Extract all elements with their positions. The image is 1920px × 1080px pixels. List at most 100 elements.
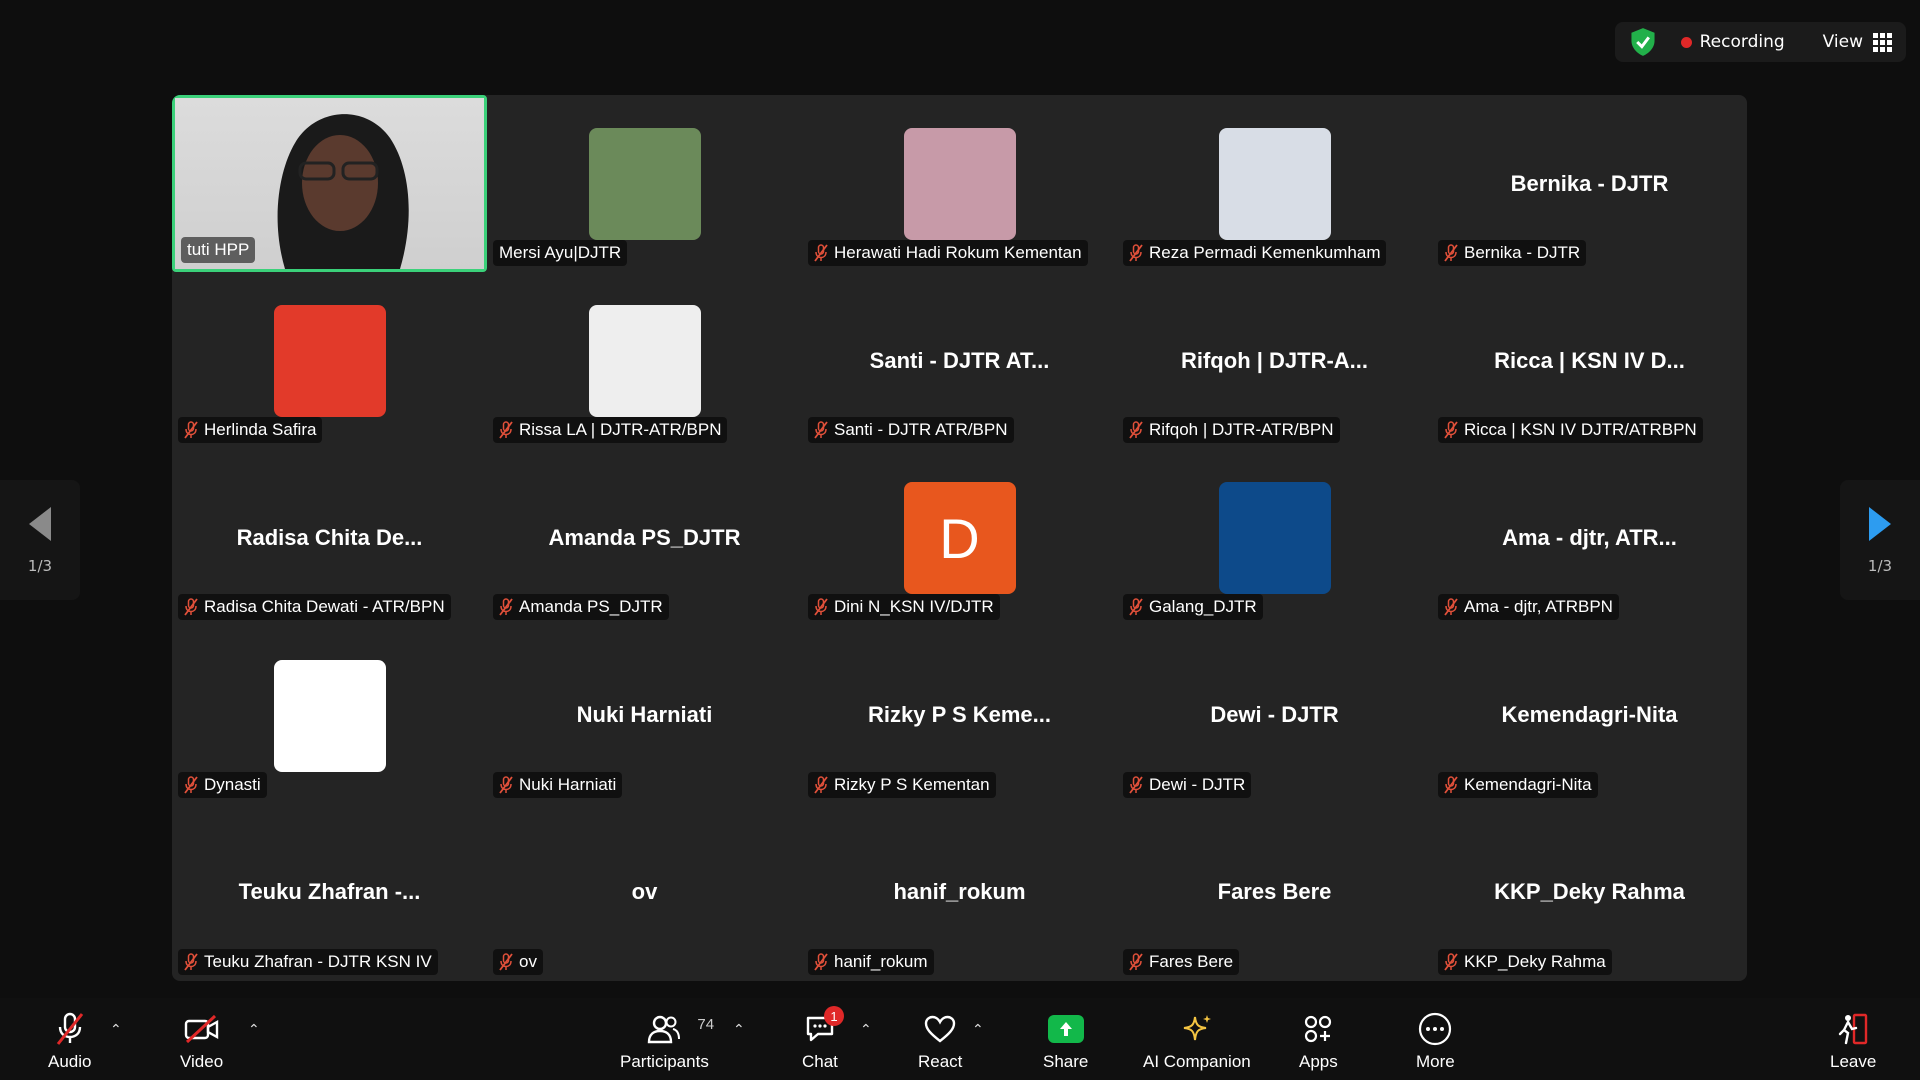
chat-options-chevron-icon[interactable]: ⌃: [860, 1022, 872, 1038]
participant-tile[interactable]: Reza Permadi Kemenkumham: [1117, 95, 1432, 272]
participant-tile[interactable]: Rifqoh | DJTR-A... Rifqoh | DJTR-ATR/BPN: [1117, 272, 1432, 449]
participant-tile[interactable]: Santi - DJTR AT... Santi - DJTR ATR/BPN: [802, 272, 1117, 449]
participant-tile[interactable]: Nuki Harniati Nuki Harniati: [487, 627, 802, 804]
share-label: Share: [1043, 1052, 1089, 1071]
participant-tile[interactable]: Mersi Ayu|DJTR: [487, 95, 802, 272]
muted-microphone-icon: [184, 775, 198, 794]
participant-name-label: ov: [519, 951, 537, 971]
participant-tile[interactable]: Rizky P S Keme... Rizky P S Kementan: [802, 627, 1117, 804]
chat-button[interactable]: 1 Chat: [802, 1006, 844, 1072]
participant-name-label: Kemendagri-Nita: [1464, 774, 1592, 794]
participant-name-tag: Ricca | KSN IV DJTR/ATRBPN: [1438, 417, 1703, 444]
participant-name-label: hanif_rokum: [834, 951, 928, 971]
participant-tile[interactable]: Bernika - DJTR Bernika - DJTR: [1432, 95, 1747, 272]
participant-tile[interactable]: Dewi - DJTR Dewi - DJTR: [1117, 627, 1432, 804]
participant-name-label: Rissa LA | DJTR-ATR/BPN: [519, 420, 722, 440]
next-page-button[interactable]: 1/3: [1840, 480, 1920, 600]
participant-avatar: [1218, 482, 1331, 595]
participant-name-label: Dynasti: [204, 774, 261, 794]
apps-icon: [1305, 1015, 1332, 1043]
more-label: More: [1416, 1052, 1455, 1071]
share-button[interactable]: Share: [1043, 1012, 1088, 1072]
more-button[interactable]: More: [1416, 1012, 1455, 1072]
participant-name-tag: Fares Bere: [1123, 948, 1240, 975]
video-button[interactable]: Video: [180, 1012, 223, 1072]
participant-tile[interactable]: Ricca | KSN IV D... Ricca | KSN IV DJTR/A…: [1432, 272, 1747, 449]
participant-avatar: [1218, 128, 1331, 240]
participant-name-tag: Mersi Ayu|DJTR: [493, 240, 628, 266]
participants-count: 74: [697, 1016, 715, 1033]
participant-name-label: Rizky P S Kementan: [834, 774, 990, 794]
participant-tile[interactable]: Galang_DJTR: [1117, 449, 1432, 626]
ai-companion-label: AI Companion: [1143, 1052, 1251, 1071]
muted-microphone-icon: [1444, 598, 1458, 616]
participant-tile[interactable]: Dynasti: [172, 627, 487, 804]
participant-name-tag: Santi - DJTR ATR/BPN: [808, 417, 1014, 444]
apps-button[interactable]: Apps: [1299, 1012, 1338, 1072]
participant-name-tag: Dewi - DJTR: [1123, 771, 1252, 798]
recording-indicator[interactable]: Recording: [1671, 32, 1795, 52]
audio-button[interactable]: Audio: [48, 1012, 91, 1072]
meeting-toolbar: Audio ⌃ Video ⌃ 74 Participants ⌃ 1 Chat…: [0, 998, 1920, 1080]
participant-tile[interactable]: Herawati Hadi Rokum Kementan: [802, 95, 1117, 272]
security-shield-icon[interactable]: [1629, 27, 1657, 57]
participant-name-tag: Kemendagri-Nita: [1438, 771, 1598, 798]
participants-options-chevron-icon[interactable]: ⌃: [733, 1022, 745, 1038]
right-page-indicator: 1/3: [1867, 557, 1893, 575]
participants-button[interactable]: 74 Participants: [620, 1012, 714, 1072]
previous-page-button[interactable]: 1/3: [0, 480, 80, 600]
participant-name-label: Fares Bere: [1149, 951, 1234, 971]
participant-tile[interactable]: Kemendagri-Nita Kemendagri-Nita: [1432, 627, 1747, 804]
muted-microphone-icon: [1444, 953, 1458, 971]
participant-name-tag: Herawati Hadi Rokum Kementan: [808, 240, 1088, 266]
video-label: Video: [180, 1052, 224, 1071]
participant-name-tag: Rifqoh | DJTR-ATR/BPN: [1123, 417, 1340, 444]
participants-label: Participants: [620, 1052, 709, 1071]
video-options-chevron-icon[interactable]: ⌃: [248, 1022, 260, 1038]
participant-name-label: Ricca | KSN IV DJTR/ATRBPN: [1464, 420, 1697, 440]
muted-microphone-icon: [814, 598, 828, 616]
participant-tile[interactable]: ov ov: [487, 804, 802, 981]
participant-tile[interactable]: Herlinda Safira: [172, 272, 487, 449]
muted-microphone-icon: [1129, 775, 1143, 794]
participant-name-label: Herawati Hadi Rokum Kementan: [834, 243, 1082, 262]
muted-microphone-icon: [814, 953, 828, 971]
ai-companion-button[interactable]: AI Companion: [1143, 1012, 1251, 1072]
participant-tile[interactable]: Amanda PS_DJTR Amanda PS_DJTR: [487, 449, 802, 626]
participant-name-tag: Herlinda Safira: [178, 417, 323, 444]
participant-name-label: Teuku Zhafran - DJTR KSN IV: [204, 951, 432, 971]
view-button[interactable]: View: [1809, 32, 1892, 52]
participant-tile[interactable]: KKP_Deky Rahma KKP_Deky Rahma: [1432, 804, 1747, 981]
participant-avatar: [588, 305, 701, 418]
participant-name-label: Dewi - DJTR: [1149, 774, 1246, 794]
participant-name-label: Radisa Chita Dewati - ATR/BPN: [204, 597, 445, 617]
muted-microphone-icon: [1129, 953, 1143, 971]
participant-tile[interactable]: Radisa Chita De... Radisa Chita Dewati - …: [172, 449, 487, 626]
react-options-chevron-icon[interactable]: ⌃: [972, 1022, 984, 1038]
muted-microphone-icon: [1129, 244, 1143, 262]
participant-avatar: [273, 659, 386, 772]
participant-name-tag: Bernika - DJTR: [1438, 240, 1587, 266]
video-off-icon: [184, 1014, 218, 1044]
muted-microphone-icon: [1444, 421, 1458, 439]
audio-options-chevron-icon[interactable]: ⌃: [110, 1022, 122, 1038]
participant-name-label: Reza Permadi Kemenkumham: [1149, 243, 1381, 262]
participant-tile[interactable]: hanif_rokum hanif_rokum: [802, 804, 1117, 981]
react-button[interactable]: React: [918, 1012, 962, 1072]
participants-icon: [648, 1015, 681, 1044]
participant-tile[interactable]: tuti HPP: [172, 95, 487, 272]
more-options-icon: [1419, 1012, 1452, 1046]
participant-tile[interactable]: D Dini N_KSN IV/DJTR: [802, 449, 1117, 626]
participant-tile[interactable]: Rissa LA | DJTR-ATR/BPN: [487, 272, 802, 449]
participant-name-tag: Ama - djtr, ATRBPN: [1438, 594, 1619, 621]
participant-tile[interactable]: Fares Bere Fares Bere: [1117, 804, 1432, 981]
participant-name-label: Santi - DJTR ATR/BPN: [834, 420, 1008, 440]
participant-initial-avatar: D: [903, 482, 1016, 595]
participant-tile[interactable]: Teuku Zhafran -... Teuku Zhafran - DJTR K…: [172, 804, 487, 981]
participant-name-tag: Dini N_KSN IV/DJTR: [808, 594, 1000, 621]
recording-dot-icon: [1680, 36, 1692, 48]
participant-name-tag: Amanda PS_DJTR: [493, 594, 669, 621]
participant-tile[interactable]: Ama - djtr, ATR... Ama - djtr, ATRBPN: [1432, 449, 1747, 626]
leave-button[interactable]: Leave: [1830, 1012, 1876, 1072]
share-screen-icon: [1047, 1015, 1084, 1043]
